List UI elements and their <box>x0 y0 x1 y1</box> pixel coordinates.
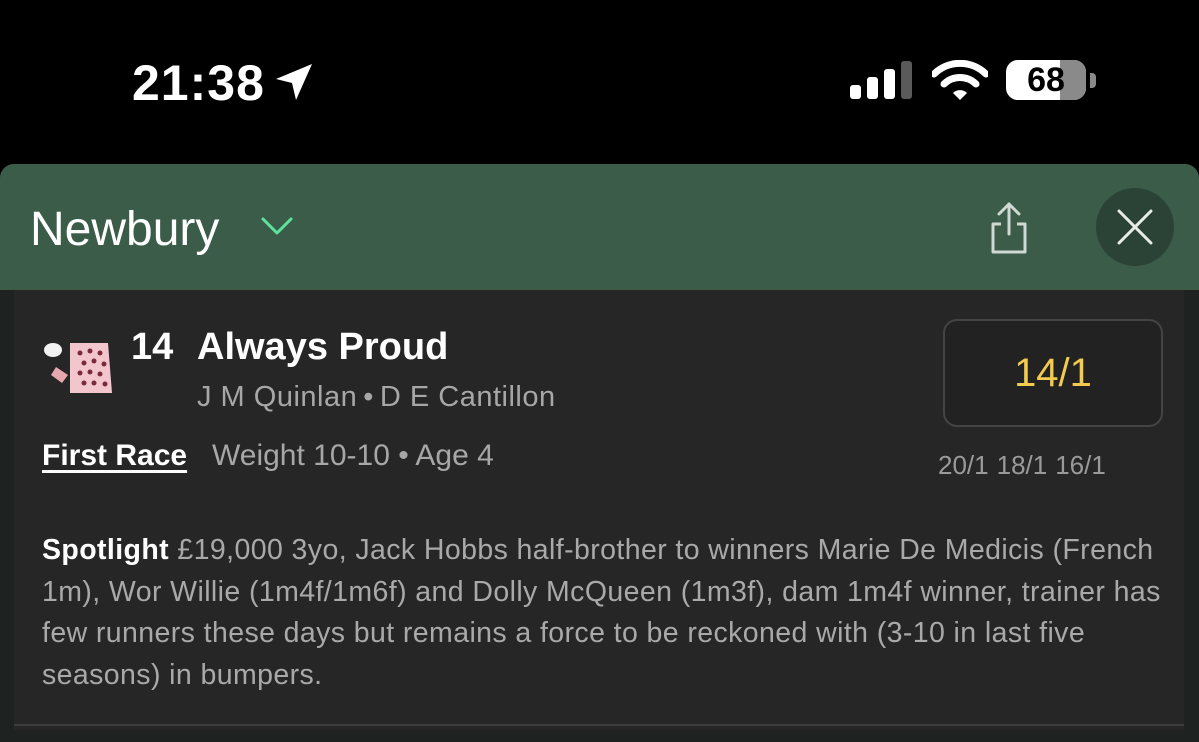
spotlight-label: Spotlight <box>42 534 170 566</box>
odds-history: 20/1 18/1 16/1 <box>938 450 1114 481</box>
previous-odds-3: 16/1 <box>1055 450 1106 480</box>
status-time: 21:38 <box>132 55 265 111</box>
close-button[interactable] <box>1096 188 1174 266</box>
venue-selector[interactable]: Newbury <box>30 202 219 257</box>
battery-level: 68 <box>1027 61 1065 99</box>
status-bar: 21:38 68 <box>0 0 1199 165</box>
share-icon[interactable] <box>985 202 1033 256</box>
jockey-name[interactable]: J M Quinlan <box>197 381 357 413</box>
odds-button[interactable]: 14/1 <box>943 319 1163 427</box>
weight-age: Weight 10-10 • Age 4 <box>212 439 494 472</box>
spotlight-comment: Spotlight £19,000 3yo, Jack Hobbs half-b… <box>42 530 1162 696</box>
odds-value: 14/1 <box>1014 351 1092 395</box>
location-arrow-icon <box>276 64 312 100</box>
separator-dot: • <box>363 381 374 413</box>
connections: J M Quinlan • D E Cantillon <box>197 381 556 414</box>
jockey-silks-icon <box>44 343 112 393</box>
chevron-down-icon[interactable] <box>260 214 294 238</box>
close-icon <box>1117 209 1153 245</box>
spotlight-text: £19,000 3yo, Jack Hobbs half-brother to … <box>42 534 1161 691</box>
previous-odds-2: 18/1 <box>996 450 1048 480</box>
trainer-name[interactable]: D E Cantillon <box>380 381 556 413</box>
divider <box>14 724 1184 726</box>
runner-name[interactable]: Always Proud <box>197 326 448 369</box>
battery-icon: 68 <box>1006 60 1096 102</box>
sheet-header: Newbury <box>0 164 1199 290</box>
cellular-signal-icon <box>850 61 912 99</box>
previous-odds-1: 20/1 <box>938 450 989 480</box>
runner-number: 14 <box>131 326 174 368</box>
wifi-icon <box>932 60 988 100</box>
first-race-link[interactable]: First Race <box>42 439 187 473</box>
